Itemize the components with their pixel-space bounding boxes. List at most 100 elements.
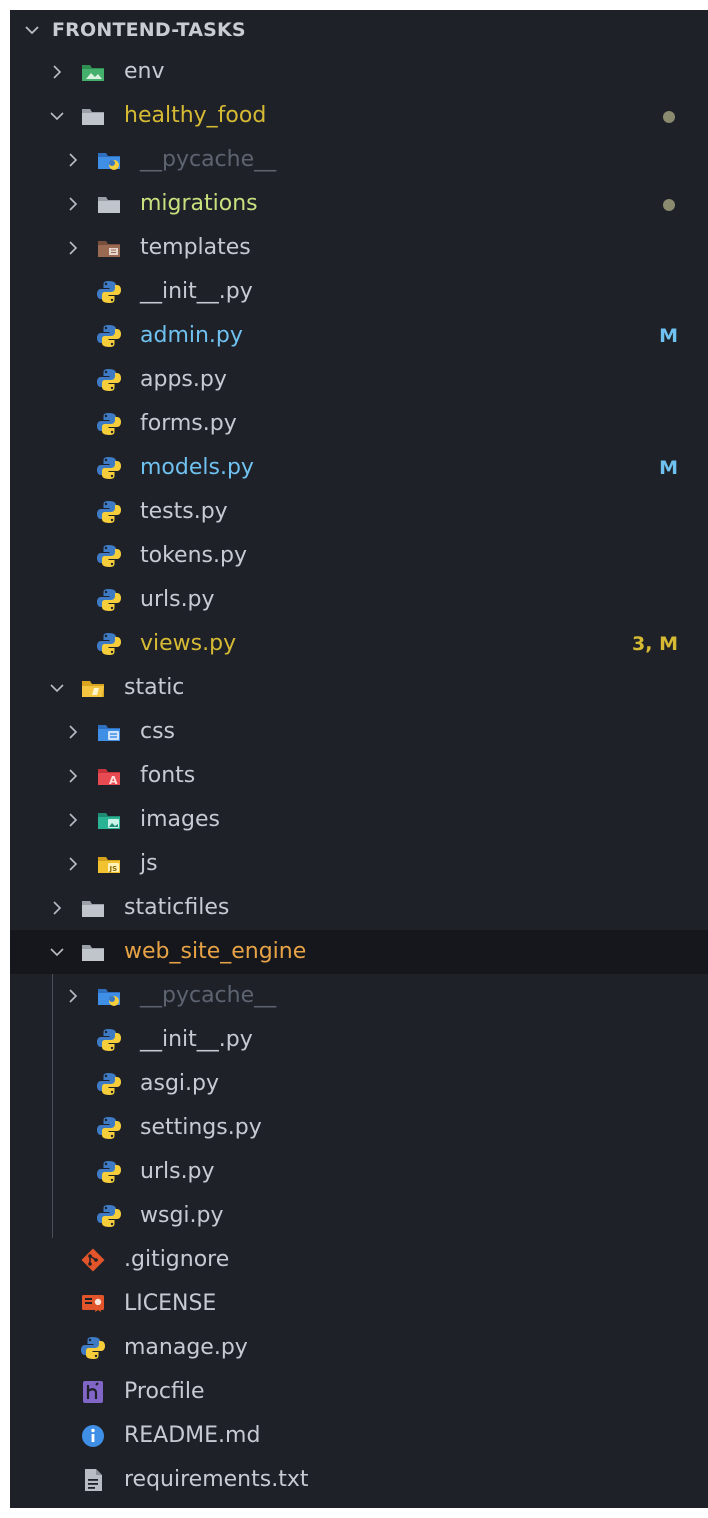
file-row-asgi-py[interactable]: asgi.py <box>10 1062 708 1106</box>
folder-row-fonts[interactable]: Afonts <box>10 754 708 798</box>
explorer-panel: FRONTEND-TASKS env healthy_food __pycache_… <box>10 10 708 1508</box>
file-row-readme-md[interactable]: README.md <box>10 1414 708 1458</box>
tree-item-label: urls.py <box>140 587 215 612</box>
folder-row-css[interactable]: css <box>10 710 708 754</box>
folder-row-pycache[interactable]: __pycache__ <box>10 974 708 1018</box>
tree-item-label: manage.py <box>124 1335 248 1360</box>
file-row-tokens-py[interactable]: tokens.py <box>10 534 708 578</box>
folder-row-staticfiles[interactable]: staticfiles <box>10 886 708 930</box>
file-row-forms-py[interactable]: forms.py <box>10 402 708 446</box>
folder-icon <box>80 939 106 965</box>
file-row-init-py[interactable]: __init__.py <box>10 270 708 314</box>
tree-item-label: forms.py <box>140 411 237 436</box>
tree-item-label: views.py <box>140 631 237 656</box>
folder-row-env[interactable]: env <box>10 50 708 94</box>
tree-item-label: __pycache__ <box>140 983 277 1008</box>
file-row-tests-py[interactable]: tests.py <box>10 490 708 534</box>
modified-dot-indicator <box>663 199 675 211</box>
heroku-icon <box>80 1379 106 1405</box>
chevron-right-icon[interactable] <box>64 195 82 213</box>
python-icon <box>96 1203 122 1229</box>
file-row-settings-py[interactable]: settings.py <box>10 1106 708 1150</box>
folder-row-js[interactable]: JS js <box>10 842 708 886</box>
folder-row-images[interactable]: images <box>10 798 708 842</box>
tree-item-label: apps.py <box>140 367 227 392</box>
file-row-wsgi-py[interactable]: wsgi.py <box>10 1194 708 1238</box>
folder-row-migrations[interactable]: migrations <box>10 182 708 226</box>
tree-item-label: images <box>140 807 220 832</box>
chevron-down-icon[interactable] <box>48 107 66 125</box>
chevron-right-icon[interactable] <box>64 987 82 1005</box>
python-icon <box>96 587 122 613</box>
tree-item-label: static <box>124 675 185 700</box>
python-icon <box>96 367 122 393</box>
folder-row-templates[interactable]: templates <box>10 226 708 270</box>
chevron-right-icon[interactable] <box>64 151 82 169</box>
tree-item-label: README.md <box>124 1423 261 1448</box>
file-row-init-py[interactable]: __init__.py <box>10 1018 708 1062</box>
env-folder-icon <box>80 59 106 85</box>
python-icon <box>96 1071 122 1097</box>
file-row-urls-py[interactable]: urls.py <box>10 578 708 622</box>
chevron-right-icon[interactable] <box>48 63 66 81</box>
git-status-badge: M <box>659 325 678 347</box>
git-status-badge: 3, M <box>632 633 678 655</box>
file-row-views-py[interactable]: views.py 3, M <box>10 622 708 666</box>
python-icon <box>96 1159 122 1185</box>
svg-text:JS: JS <box>109 865 118 873</box>
chevron-right-icon[interactable] <box>64 767 82 785</box>
python-icon <box>80 1335 106 1361</box>
python-icon <box>96 279 122 305</box>
chevron-right-icon[interactable] <box>64 855 82 873</box>
explorer-header[interactable]: FRONTEND-TASKS <box>10 10 708 50</box>
chevron-right-icon[interactable] <box>64 723 82 741</box>
file-row-procfile[interactable]: Procfile <box>10 1370 708 1414</box>
tree-item-label: tokens.py <box>140 543 247 568</box>
tree-item-label: admin.py <box>140 323 243 348</box>
tree-item-label: staticfiles <box>124 895 230 920</box>
static-folder-icon <box>80 675 106 701</box>
file-row-admin-py[interactable]: admin.py M <box>10 314 708 358</box>
folder-row-static[interactable]: static <box>10 666 708 710</box>
tree-item-label: __pycache__ <box>140 147 277 172</box>
tree-item-label: env <box>124 59 165 84</box>
chevron-down-icon[interactable] <box>48 679 66 697</box>
modified-dot-indicator <box>663 111 675 123</box>
folder-icon <box>80 103 106 129</box>
file-row-requirements-txt[interactable]: requirements.txt <box>10 1458 708 1502</box>
chevron-right-icon[interactable] <box>64 811 82 829</box>
tree-item-label: js <box>140 851 158 876</box>
tree-item-label: LICENSE <box>124 1291 217 1316</box>
fonts-folder-icon: A <box>96 763 122 789</box>
info-icon <box>80 1423 106 1449</box>
git-icon <box>80 1247 106 1273</box>
file-row-license[interactable]: LICENSE <box>10 1282 708 1326</box>
tree-item-label: fonts <box>140 763 196 788</box>
folder-row-web-site-engine[interactable]: web_site_engine <box>10 930 708 974</box>
templates-folder-icon <box>96 235 122 261</box>
chevron-right-icon[interactable] <box>64 239 82 257</box>
js-folder-icon: JS <box>96 851 122 877</box>
python-icon <box>96 543 122 569</box>
folder-row-healthy-food[interactable]: healthy_food <box>10 94 708 138</box>
tree-item-label: .gitignore <box>124 1247 230 1272</box>
python-icon <box>96 411 122 437</box>
indent-guide <box>52 974 53 1238</box>
file-row-apps-py[interactable]: apps.py <box>10 358 708 402</box>
license-icon <box>80 1291 106 1317</box>
file-row-manage-py[interactable]: manage.py <box>10 1326 708 1370</box>
folder-icon <box>80 895 106 921</box>
file-row-gitignore[interactable]: .gitignore <box>10 1238 708 1282</box>
images-folder-icon <box>96 807 122 833</box>
chevron-down-icon[interactable] <box>48 943 66 961</box>
file-row-urls-py[interactable]: urls.py <box>10 1150 708 1194</box>
chevron-right-icon[interactable] <box>48 899 66 917</box>
tree-item-label: urls.py <box>140 1159 215 1184</box>
tree-item-label: settings.py <box>140 1115 262 1140</box>
tree-item-label: migrations <box>140 191 258 216</box>
tree-item-label: requirements.txt <box>124 1467 309 1492</box>
chevron-down-icon[interactable] <box>24 23 40 37</box>
git-status-badge: M <box>659 457 678 479</box>
folder-row-pycache[interactable]: __pycache__ <box>10 138 708 182</box>
file-row-models-py[interactable]: models.py M <box>10 446 708 490</box>
